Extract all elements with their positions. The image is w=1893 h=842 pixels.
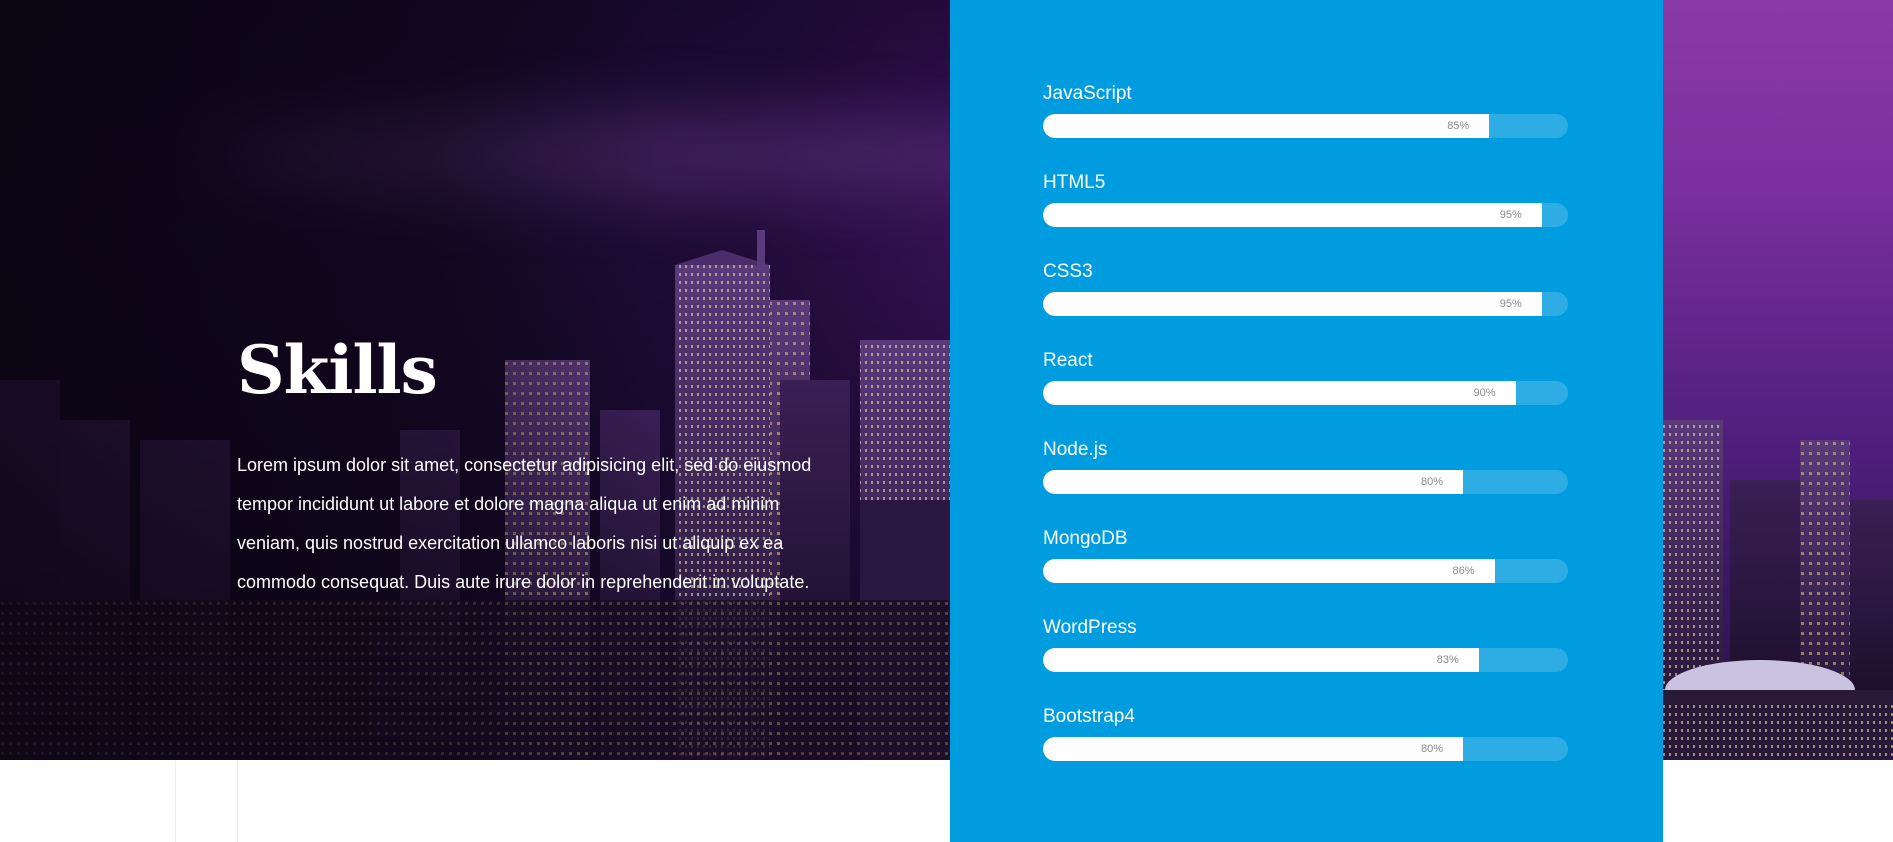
progress-percent: 85% (1447, 120, 1470, 132)
skill-nodejs: Node.js 80% (1043, 439, 1568, 494)
skill-bootstrap4: Bootstrap4 80% (1043, 706, 1568, 761)
section-description: Lorem ipsum dolor sit amet, consectetur … (237, 455, 812, 592)
progress-bar: 80% (1043, 470, 1568, 494)
progress-bar: 95% (1043, 292, 1568, 316)
progress-percent: 90% (1473, 387, 1496, 399)
progress-percent: 83% (1436, 654, 1459, 666)
skill-html5: HTML5 95% (1043, 172, 1568, 227)
skill-name: Bootstrap4 (1043, 706, 1135, 727)
skill-wordpress: WordPress 83% (1043, 617, 1568, 672)
skill-react: React 90% (1043, 350, 1568, 405)
progress-percent: 80% (1420, 743, 1443, 755)
skill-name: HTML5 (1043, 172, 1106, 193)
skill-name: CSS3 (1043, 261, 1093, 282)
progress-percent: 80% (1420, 476, 1443, 488)
skill-mongodb: MongoDB 86% (1043, 528, 1568, 583)
skill-name: JavaScript (1043, 83, 1132, 104)
progress-bar: 95% (1043, 203, 1568, 227)
progress-bar: 90% (1043, 381, 1568, 405)
progress-bar: 80% (1043, 737, 1568, 761)
skill-name: WordPress (1043, 617, 1137, 638)
skill-css3: CSS3 95% (1043, 261, 1568, 316)
skill-name: MongoDB (1043, 528, 1128, 549)
progress-percent: 95% (1499, 298, 1522, 310)
skills-section: Skills Lorem ipsum dolor sit amet, conse… (0, 0, 1893, 842)
skill-javascript: JavaScript 85% (1043, 83, 1568, 138)
progress-percent: 95% (1499, 209, 1522, 221)
progress-bar: 85% (1043, 114, 1568, 138)
progress-bar: 83% (1043, 648, 1568, 672)
section-title: Skills (237, 331, 438, 409)
skill-name: React (1043, 350, 1093, 371)
skills-intro: Skills Lorem ipsum dolor sit amet, conse… (237, 330, 827, 602)
skill-name: Node.js (1043, 439, 1108, 460)
skills-panel: JavaScript 85% HTML5 95% CSS3 95% React (950, 0, 1663, 842)
progress-bar: 86% (1043, 559, 1568, 583)
progress-percent: 86% (1452, 565, 1475, 577)
